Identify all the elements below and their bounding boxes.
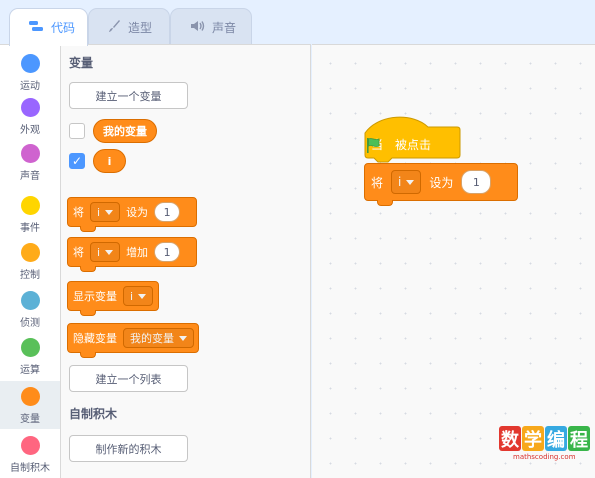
category-dot-icon <box>20 243 40 262</box>
block-notch <box>80 310 96 316</box>
dropdown-value: i <box>130 289 134 303</box>
category-dot-icon <box>20 54 40 73</box>
value-input[interactable]: 1 <box>154 242 181 262</box>
category-dot-icon <box>20 387 40 406</box>
category-label: 自制积木 <box>10 463 50 474</box>
variable-dropdown[interactable]: i <box>90 242 121 262</box>
tab-bar: 代码 造型 声音 <box>0 0 595 46</box>
reporter-i[interactable]: i <box>93 149 126 173</box>
make-list-button[interactable]: 建立一个列表 <box>69 365 188 392</box>
category-dot-icon <box>20 291 40 310</box>
category-dot-icon <box>20 98 40 117</box>
chevron-down-icon <box>406 179 415 185</box>
logo-char: 学 <box>522 426 544 451</box>
chevron-down-icon <box>138 293 147 299</box>
category-label: 外观 <box>20 125 40 136</box>
variables-section-title: 变量 <box>69 56 94 70</box>
category-operators[interactable]: 运算 <box>0 335 60 379</box>
category-dot-icon <box>20 196 40 215</box>
category-label: 控制 <box>20 270 40 281</box>
category-dot-icon <box>20 144 40 163</box>
category-menu: 运动 外观 声音 事件 控制 侦测 运算 变量 自制积木 <box>0 44 61 478</box>
category-label: 事件 <box>20 223 40 234</box>
tab-code[interactable]: 代码 <box>9 8 88 46</box>
dropdown-value: i <box>97 205 101 219</box>
show-label: 显示变量 <box>73 290 117 303</box>
change-variable-block[interactable]: 将 i 增加 1 <box>67 237 197 272</box>
chevron-down-icon <box>179 335 187 341</box>
checkbox-my-variable[interactable] <box>69 123 85 139</box>
code-icon <box>28 20 44 35</box>
category-sensing[interactable]: 侦测 <box>0 288 60 332</box>
make-variable-button[interactable]: 建立一个变量 <box>69 82 188 109</box>
dropdown-value: 我的变量 <box>130 332 174 345</box>
logo-char: 数 <box>499 426 521 451</box>
value-input[interactable]: 1 <box>461 170 492 194</box>
category-my-blocks[interactable]: 自制积木 <box>0 433 60 477</box>
change-verb: 将 <box>73 246 84 259</box>
chevron-down-icon <box>105 209 114 215</box>
code-workspace[interactable] <box>312 44 595 478</box>
category-dot-icon <box>20 436 40 455</box>
variable-dropdown[interactable]: 我的变量 <box>123 328 194 348</box>
value-input[interactable]: 1 <box>154 202 181 222</box>
block-notch <box>80 226 96 232</box>
variable-dropdown[interactable]: i <box>123 286 154 306</box>
set-verb: 将 <box>371 175 384 190</box>
set-action: 设为 <box>429 175 454 190</box>
category-looks[interactable]: 外观 <box>0 95 60 139</box>
category-label: 运动 <box>20 81 40 92</box>
category-label: 运算 <box>20 365 40 376</box>
set-verb: 将 <box>73 206 84 219</box>
category-label: 声音 <box>20 171 40 182</box>
block-palette: 变量 建立一个变量 我的变量 ✓ i 将 i 设为 1 将 i 增加 1 显示变… <box>61 44 311 478</box>
set-variable-block[interactable]: 将 i 设为 1 <box>67 197 197 232</box>
block-notch <box>377 200 393 206</box>
change-action: 增加 <box>126 246 149 259</box>
tab-code-label: 代码 <box>51 21 76 35</box>
category-label: 侦测 <box>20 318 40 329</box>
category-sound[interactable]: 声音 <box>0 141 60 185</box>
category-motion[interactable]: 运动 <box>0 51 60 95</box>
hide-label: 隐藏变量 <box>73 332 117 345</box>
category-dot-icon <box>20 338 40 357</box>
speaker-icon <box>189 19 205 36</box>
watermark-logo: 数 学 编 程 mathscoding.com <box>499 426 591 474</box>
chevron-down-icon <box>105 249 114 255</box>
hide-variable-block[interactable]: 隐藏变量 我的变量 <box>67 323 199 358</box>
tab-costumes-label: 造型 <box>128 20 153 35</box>
tab-sounds-label: 声音 <box>212 20 237 35</box>
variable-dropdown[interactable]: i <box>391 170 422 194</box>
dropdown-value: i <box>398 175 402 189</box>
make-block-button[interactable]: 制作新的积木 <box>69 435 188 462</box>
show-variable-block[interactable]: 显示变量 i <box>67 281 159 316</box>
logo-site: mathscoding.com <box>513 453 576 461</box>
category-label: 变量 <box>20 414 40 425</box>
logo-char: 编 <box>545 426 567 451</box>
tab-costumes[interactable]: 造型 <box>88 8 170 45</box>
brush-icon <box>107 19 121 36</box>
block-notch <box>80 266 96 272</box>
category-control[interactable]: 控制 <box>0 240 60 284</box>
my-blocks-section-title: 自制积木 <box>69 407 118 421</box>
logo-char: 程 <box>568 426 590 451</box>
category-variables[interactable]: 变量 <box>0 381 60 429</box>
set-action: 设为 <box>126 206 149 219</box>
variable-dropdown[interactable]: i <box>90 202 121 222</box>
logo-chars: 数 学 编 程 <box>499 426 591 451</box>
category-events[interactable]: 事件 <box>0 193 60 237</box>
checkbox-i[interactable]: ✓ <box>69 153 85 169</box>
check-icon: ✓ <box>71 154 83 168</box>
tab-sounds[interactable]: 声音 <box>170 8 252 45</box>
dropdown-value: i <box>97 245 101 259</box>
hat-clicked: 被点击 <box>395 138 432 152</box>
workspace-set-variable-block[interactable]: 将 i 设为 1 <box>364 163 518 206</box>
block-notch <box>80 352 96 358</box>
reporter-my-variable[interactable]: 我的变量 <box>93 119 157 143</box>
when-flag-clicked-block[interactable]: 当 被点击 <box>364 111 461 163</box>
